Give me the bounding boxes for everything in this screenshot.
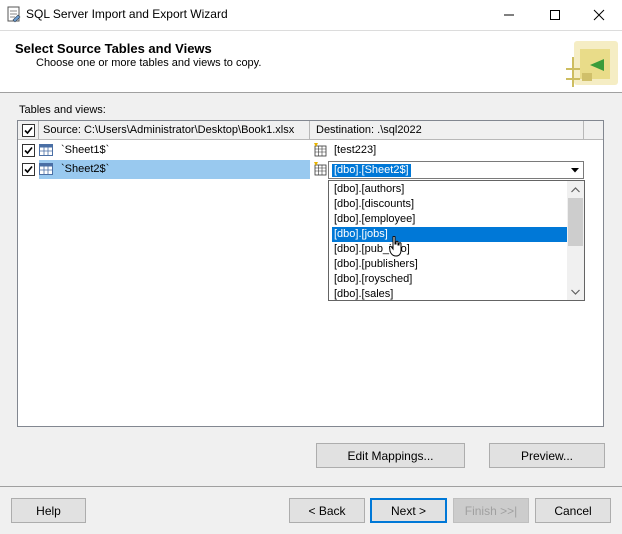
destination-table-name[interactable]: [test223] [334,144,376,156]
tables-views-label: Tables and views: [19,104,106,116]
dropdown-option[interactable]: [dbo].[employee] [332,212,568,227]
back-button[interactable]: < Back [289,498,365,523]
table-icon [39,144,53,156]
destination-combobox[interactable]: [dbo].[Sheet2$] [328,161,584,179]
close-button[interactable] [576,0,622,30]
dropdown-option[interactable]: [dbo].[pub_info] [332,242,568,257]
select-all-checkbox[interactable] [18,121,39,139]
dropdown-option[interactable]: [dbo].[authors] [332,182,568,197]
dropdown-option[interactable]: [dbo].[discounts] [332,197,568,212]
page-subtitle: Choose one or more tables and views to c… [36,57,262,69]
chevron-down-icon[interactable] [567,283,584,300]
help-button[interactable]: Help [11,498,86,523]
grid-header: Source: C:\Users\Administrator\Desktop\B… [18,121,603,140]
destination-column-header[interactable]: Destination: .\sql2022 [310,121,584,139]
new-table-icon [313,143,327,157]
edit-mappings-button[interactable]: Edit Mappings... [316,443,465,468]
new-table-icon [313,162,327,176]
dropdown-option[interactable]: [dbo].[publishers] [332,257,568,272]
row-checkbox[interactable] [22,163,35,176]
window-title: SQL Server Import and Export Wizard [26,7,228,21]
checkbox-checked-icon [24,146,33,155]
dropdown-option-highlighted[interactable]: [dbo].[jobs] [332,227,568,242]
title-bar: SQL Server Import and Export Wizard [0,0,622,30]
wizard-banner-icon [560,39,620,91]
minimize-button[interactable] [486,0,532,30]
maximize-button[interactable] [532,0,578,30]
preview-button[interactable]: Preview... [489,443,605,468]
chevron-up-icon[interactable] [567,181,584,198]
row-checkbox[interactable] [22,144,35,157]
dropdown-option[interactable]: [dbo].[roysched] [332,272,568,287]
source-table-name: `Sheet1$` [61,144,110,156]
destination-dropdown-list[interactable]: [dbo].[authors] [dbo].[discounts] [dbo].… [328,180,585,301]
footer-divider [0,486,622,487]
finish-button[interactable]: Finish >>| [453,498,529,523]
destination-combobox-value[interactable]: [dbo].[Sheet2$] [332,164,411,177]
source-table-name: `Sheet2$` [61,163,110,175]
close-icon [593,9,605,21]
wizard-header: Select Source Tables and Views Choose on… [0,30,622,92]
table-icon [39,163,53,175]
chevron-down-icon[interactable] [567,162,583,178]
page-title: Select Source Tables and Views [15,41,212,56]
checkbox-checked-icon [24,165,33,174]
wizard-app-icon [6,6,22,23]
mouse-pointer-icon [388,235,403,258]
checkbox-checked-icon [21,123,35,137]
dropdown-scrollbar[interactable] [567,181,584,300]
next-button[interactable]: Next > [370,498,447,523]
dropdown-option[interactable]: [dbo].[sales] [332,287,568,300]
scrollbar-thumb[interactable] [568,198,583,246]
table-row[interactable]: `Sheet1$` [test223] [18,141,603,160]
table-row[interactable]: `Sheet2$` [dbo].[Sheet2$] [18,160,603,179]
cancel-button[interactable]: Cancel [535,498,611,523]
source-column-header[interactable]: Source: C:\Users\Administrator\Desktop\B… [39,121,310,139]
